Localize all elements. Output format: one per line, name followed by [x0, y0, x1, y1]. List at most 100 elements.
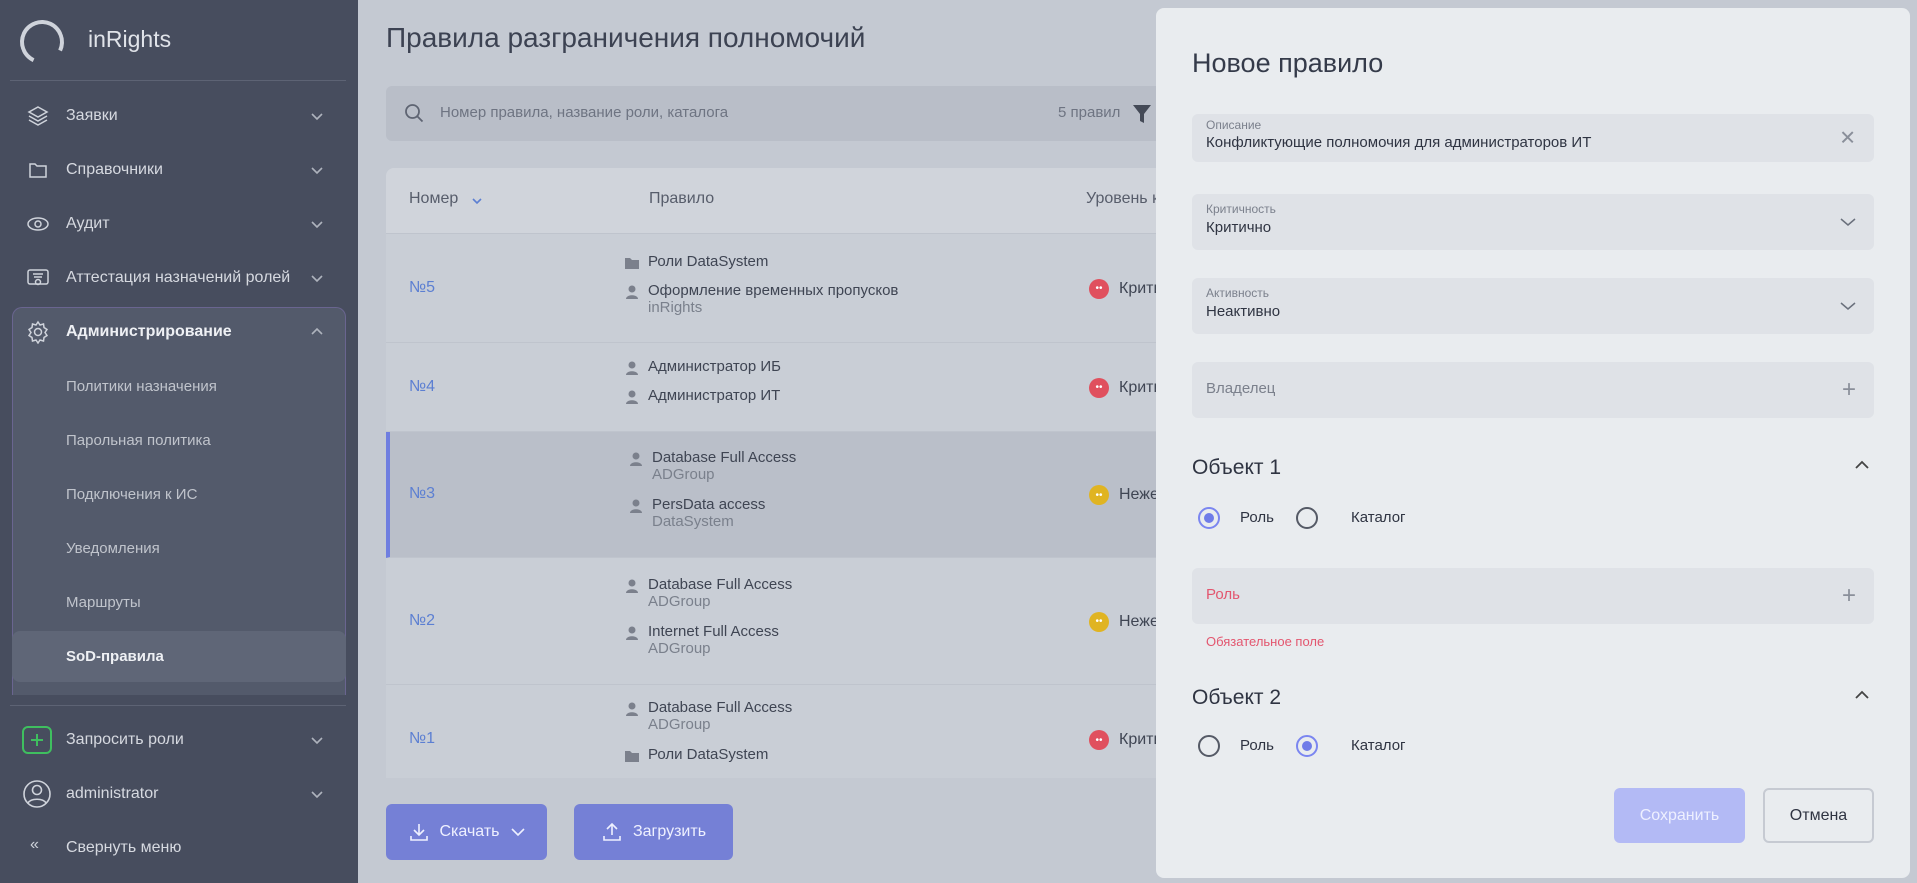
field-placeholder: Владелец: [1206, 380, 1276, 397]
object2-title: Объект 2: [1192, 686, 1282, 709]
user-icon: [626, 361, 638, 375]
criticality-level: •• Крити: [1089, 730, 1162, 750]
save-button[interactable]: Сохранить: [1614, 788, 1745, 843]
entry-source: inRights: [648, 298, 703, 316]
sidebar-item-0[interactable]: Заявки: [0, 94, 358, 138]
sidebar-subitem-2[interactable]: Подключения к ИС: [0, 472, 358, 516]
table-row[interactable]: №1 Database Full Access ADGroup Роли DataS…: [386, 685, 1186, 778]
rule-entry: Роли DataSystem: [625, 746, 769, 763]
sidebar-item-2[interactable]: Аудит: [0, 202, 358, 246]
rule-number[interactable]: №5: [409, 279, 435, 297]
folder-icon: [625, 751, 639, 762]
plus-icon[interactable]: +: [1842, 376, 1856, 404]
column-rule: Правило: [649, 190, 715, 207]
entry-name: Роли DataSystem: [648, 746, 769, 763]
table-row[interactable]: №2 Database Full Access ADGroup Internet F…: [386, 558, 1186, 685]
sidebar-item-4[interactable]: Администрирование: [0, 310, 358, 354]
sidebar-item-1[interactable]: Справочники: [0, 148, 358, 192]
chevron-up-icon[interactable]: [1854, 690, 1870, 700]
download-button[interactable]: Скачать: [386, 804, 547, 860]
chevron-down-icon: [311, 275, 323, 283]
object2-radio-role[interactable]: [1198, 735, 1220, 757]
rule-entry: Роли DataSystem: [625, 252, 769, 270]
chevron-down-icon: [311, 221, 323, 229]
search-input[interactable]: Номер правила, название роли, каталога: [440, 104, 728, 121]
upload-icon: [603, 822, 621, 841]
table-header: Номер Правило Уровень к: [386, 168, 1186, 234]
download-label: Скачать: [439, 823, 500, 840]
collapse-menu-button[interactable]: « Свернуть меню: [0, 826, 358, 870]
sidebar-subitem-5[interactable]: SoD-правила: [0, 634, 358, 678]
logo-icon: [13, 13, 71, 71]
field-value: Неактивно: [1206, 303, 1281, 320]
search-bar[interactable]: Номер правила, название роли, каталога 5…: [386, 86, 1186, 141]
user-icon: [626, 285, 638, 299]
object1-radio-role[interactable]: [1198, 507, 1220, 529]
object1-role-field[interactable]: Роль +: [1192, 568, 1874, 624]
upload-button[interactable]: Загрузить: [574, 804, 733, 860]
field-value: Критично: [1206, 219, 1272, 236]
eye-icon: [27, 217, 49, 231]
double-chevron-left-icon: «: [30, 836, 39, 853]
radio-label: Роль: [1240, 509, 1274, 526]
owner-field[interactable]: Владелец +: [1192, 362, 1874, 418]
sort-chevron-icon[interactable]: [471, 196, 483, 206]
sidebar-subitem-0[interactable]: Политики назначения: [0, 364, 358, 408]
user-circle-icon: [23, 780, 51, 808]
field-label: Описание: [1206, 118, 1262, 132]
activity-select[interactable]: Активность Неактивно: [1192, 278, 1874, 334]
rule-entry: Оформление временных пропусков inRights: [626, 281, 899, 316]
object1-radio-catalog[interactable]: [1296, 507, 1318, 529]
sidebar-item-label: Запросить роли: [66, 731, 184, 748]
column-number[interactable]: Номер: [409, 190, 458, 208]
layers-icon: [27, 106, 49, 126]
criticality-select[interactable]: Критичность Критично: [1192, 194, 1874, 250]
folder-icon: [29, 163, 47, 178]
chevron-up-icon[interactable]: [1854, 460, 1870, 470]
plus-icon[interactable]: +: [1842, 582, 1856, 610]
sidebar-subitem-label: SoD-правила: [66, 647, 164, 665]
sidebar-item-request-roles[interactable]: Запросить роли: [0, 718, 358, 762]
entry-source: ADGroup: [648, 716, 711, 733]
sidebar-item-user[interactable]: administrator: [0, 772, 358, 816]
chevron-down-icon: [510, 828, 525, 837]
sidebar-item-3[interactable]: Аттестация назначений ролей: [0, 256, 358, 300]
field-label: Критичность: [1206, 202, 1276, 216]
brand-name: inRights: [88, 26, 172, 52]
sidebar-subitem-label: Политики назначения: [66, 377, 217, 395]
upload-label: Загрузить: [632, 823, 707, 840]
chevron-down-icon: [1840, 302, 1856, 310]
chevron-down-icon: [311, 167, 323, 175]
divider: [10, 80, 346, 81]
criticality-level: •• Крити: [1089, 377, 1162, 398]
user-icon: [626, 626, 638, 640]
rule-number[interactable]: №4: [409, 378, 435, 396]
sidebar-subitem-1[interactable]: Парольная политика: [0, 418, 358, 462]
criticality-dot-icon: ••: [1089, 377, 1109, 398]
rule-number[interactable]: №1: [409, 730, 435, 748]
table-row[interactable]: №4 Администратор ИБ Администратор ИТ •• Кр…: [386, 343, 1186, 432]
filter-icon[interactable]: [1132, 103, 1152, 125]
rule-number[interactable]: №2: [409, 612, 435, 630]
entry-source: ADGroup: [648, 592, 711, 610]
rules-table: Номер Правило Уровень к №5 Роли DataSyst…: [386, 168, 1186, 778]
sidebar-subitem-3[interactable]: Уведомления: [0, 526, 358, 570]
sidebar-item-label: Свернуть меню: [66, 839, 182, 856]
sidebar-subitem-4[interactable]: Маршруты: [0, 580, 358, 624]
description-field[interactable]: Описание Конфликтующие полномочия для ад…: [1192, 114, 1874, 162]
entry-name: Database Full Access: [652, 449, 797, 466]
page-title: Правила разграничения полномочий: [386, 22, 866, 53]
rule-entry: Internet Full Access ADGroup: [626, 623, 779, 657]
criticality-dot-icon: ••: [1089, 611, 1109, 632]
criticality-dot-icon: ••: [1089, 278, 1109, 299]
clear-icon[interactable]: ✕: [1839, 126, 1856, 151]
entry-name: Оформление временных пропусков: [648, 281, 899, 299]
table-row[interactable]: №3 Database Full Access ADGroup PersData a…: [386, 432, 1186, 558]
divider: [10, 705, 346, 706]
cancel-button[interactable]: Отмена: [1763, 788, 1874, 843]
entry-name: Роли DataSystem: [648, 252, 769, 270]
table-row[interactable]: №5 Роли DataSystem Оформление временных п…: [386, 234, 1186, 343]
rule-number[interactable]: №3: [409, 485, 435, 503]
field-value[interactable]: Конфликтующие полномочия для администрат…: [1206, 134, 1591, 151]
object2-radio-catalog[interactable]: [1296, 735, 1318, 757]
